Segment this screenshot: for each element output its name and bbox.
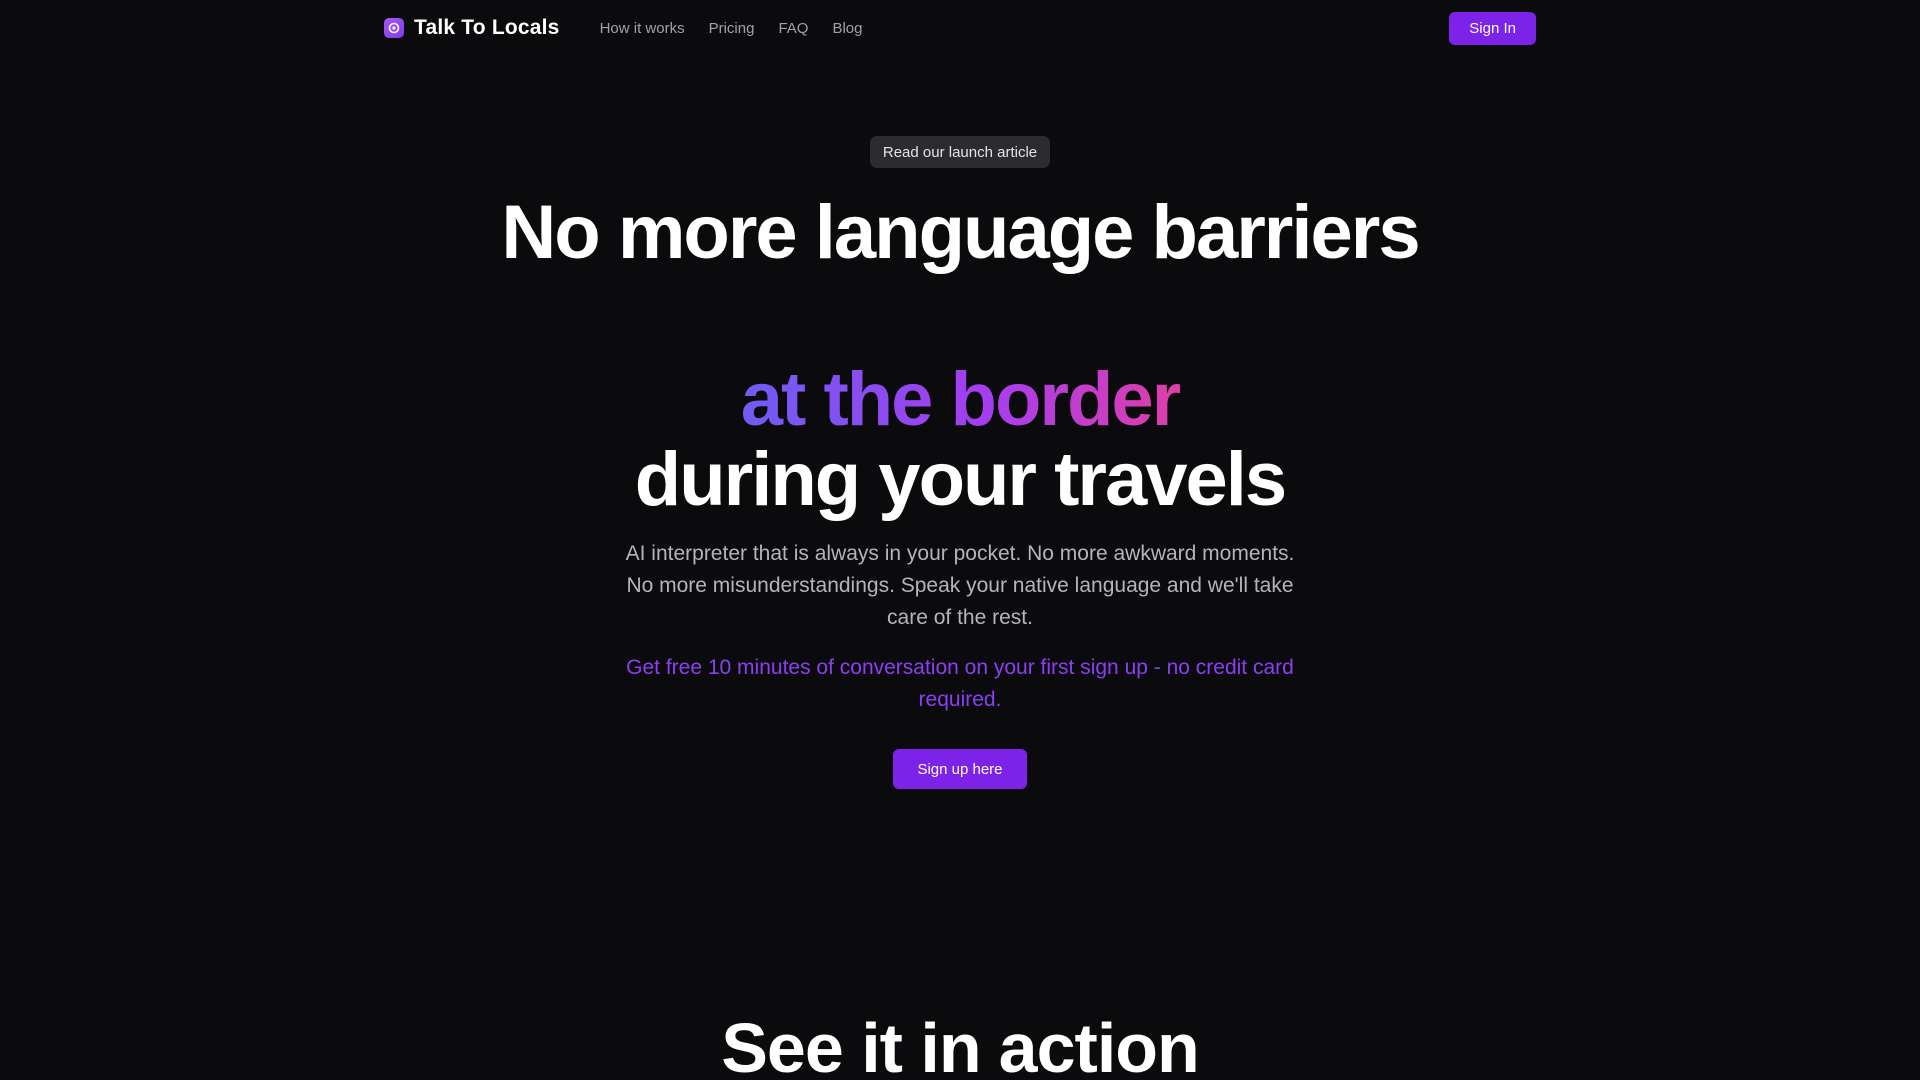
section-title-accent: action [998,1009,1200,1080]
nav-blog[interactable]: Blog [832,20,862,37]
top-nav: Talk To Locals How it works Pricing FAQ … [384,11,1536,45]
landing-page: Talk To Locals How it works Pricing FAQ … [0,0,1920,1080]
section-title-prefix: See it in [721,1009,981,1080]
nav-how-it-works[interactable]: How it works [600,20,685,37]
hero-headline-accent: at the border [735,360,1185,440]
promo-text: Get free 10 minutes of conversation on y… [626,656,1294,711]
sign-in-button[interactable]: Sign In [1449,11,1536,45]
logo-icon [384,18,404,38]
see-it-in-action-heading: See it in action [560,1008,1360,1080]
hero-headline-line3: during your travels [634,437,1287,522]
nav-pricing[interactable]: Pricing [709,20,755,37]
hero-subtitle: AI interpreter that is always in your po… [625,542,1295,629]
launch-article-badge[interactable]: Read our launch article [870,136,1050,168]
nav-faq[interactable]: FAQ [778,20,808,37]
nav-links: How it works Pricing FAQ Blog [600,20,863,37]
hero-headline: No more language barriers [501,190,1420,275]
sign-up-button[interactable]: Sign up here [893,749,1027,789]
brand[interactable]: Talk To Locals [384,16,560,40]
brand-name: Talk To Locals [414,16,560,39]
